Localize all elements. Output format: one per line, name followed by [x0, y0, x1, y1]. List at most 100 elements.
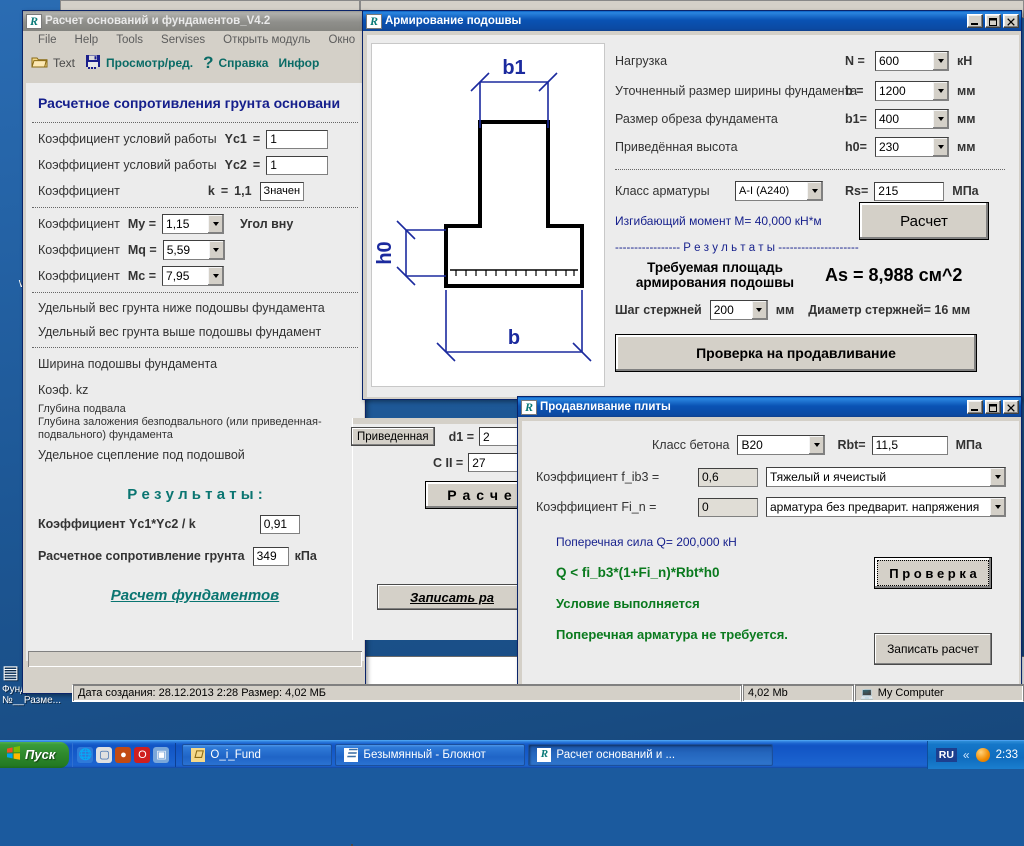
yc2-input[interactable]: 1	[266, 155, 329, 175]
punching-window[interactable]: R Продавливание плиты Класс бетона B20 R…	[517, 396, 1022, 690]
toolbar-button-view-edit[interactable]: Просмотр/ред.	[85, 54, 203, 73]
chevron-down-icon[interactable]	[989, 498, 1005, 516]
resistance-result-input[interactable]: 349	[252, 546, 289, 566]
write-calc-button[interactable]: Записать расчет	[874, 633, 992, 665]
k-combo[interactable]: Значен	[259, 181, 304, 201]
system-tray[interactable]: RU « 2:33	[926, 740, 1024, 769]
tray-expand-icon[interactable]: «	[963, 748, 970, 762]
start-button[interactable]: Пуск	[0, 741, 70, 768]
bar-step-combo[interactable]: 200	[709, 300, 768, 320]
document-icon[interactable]: ▢	[96, 746, 113, 763]
armature-window[interactable]: R Армирование подошвы b1 h0 b Нагрузка N…	[362, 10, 1022, 400]
language-indicator[interactable]: RU	[935, 747, 957, 762]
tray-app-icon[interactable]	[975, 747, 990, 762]
punching-window-titlebar[interactable]: R Продавливание плиты	[518, 397, 1021, 417]
armature-window-titlebar[interactable]: R Армирование подошвы	[363, 11, 1021, 31]
check-button[interactable]: П р о в е р к а	[874, 557, 992, 589]
fib3-combo[interactable]: Тяжелый и ячеистый	[766, 467, 1006, 487]
chevron-down-icon[interactable]	[932, 52, 948, 70]
fin-combo[interactable]: арматура без предварит. напряжения	[766, 497, 1006, 517]
opera-icon[interactable]: O	[134, 746, 151, 763]
taskbar-item-notepad[interactable]: ☰ Безымянный - Блокнот	[335, 743, 526, 766]
rbt-input[interactable]: 11,5	[871, 435, 948, 455]
height-unit: мм	[957, 140, 976, 154]
width-combo[interactable]: 1200	[875, 81, 949, 101]
window-controls[interactable]	[967, 400, 1019, 414]
maximize-icon[interactable]	[985, 400, 1001, 414]
punching-check-button[interactable]: Проверка на продавливание	[615, 334, 977, 372]
chevron-down-icon[interactable]	[750, 301, 767, 319]
concrete-class-combo[interactable]: B20	[737, 435, 826, 455]
toolbar-button-text[interactable]: Text	[31, 55, 85, 72]
text-row-foundation-depth-1: Глубина заложения безподвального (или пр…	[38, 416, 322, 428]
my-combo[interactable]: 1,15	[162, 214, 225, 234]
window-icon[interactable]: ▣	[153, 746, 170, 763]
menu-item-file[interactable]: File	[29, 33, 66, 47]
main-toolbar[interactable]: Text Просмотр/ред. ? Справка Инфор	[23, 49, 365, 77]
divider	[615, 169, 1005, 170]
minimize-icon[interactable]	[967, 400, 983, 414]
status-size: 4,02 Mb	[742, 684, 854, 702]
chevron-down-icon[interactable]	[932, 82, 948, 100]
field-symbol: Yc1	[224, 132, 247, 146]
chevron-down-icon[interactable]	[808, 436, 825, 454]
main-window-titlebar[interactable]: R Расчет оснований и фундаментов_V4.2	[23, 11, 365, 31]
chevron-down-icon[interactable]	[207, 215, 224, 233]
fin-input[interactable]: 0	[698, 497, 758, 517]
privedennaya-button[interactable]: Приведенная	[351, 427, 435, 446]
field-label: Коэффициент	[38, 243, 120, 257]
row-label: Коэф. kz	[38, 383, 89, 397]
taskbar-item-raschet[interactable]: R Расчет оснований и ...	[528, 743, 774, 766]
text-row-basement-depth: Глубина подвала	[38, 403, 126, 415]
start-label: Пуск	[25, 747, 56, 762]
chevron-down-icon[interactable]	[932, 110, 948, 128]
window-controls[interactable]	[967, 14, 1019, 28]
fib3-input[interactable]: 0,6	[698, 467, 758, 487]
mc-combo[interactable]: 7,95	[162, 266, 225, 286]
toolbar-button-info[interactable]: Инфор	[278, 56, 329, 70]
write-calc-button-hidden[interactable]: Записать ра	[377, 584, 527, 610]
rs-input[interactable]: 215	[874, 181, 945, 201]
chevron-down-icon[interactable]	[932, 138, 948, 156]
close-icon[interactable]	[1003, 14, 1019, 28]
yc1-input[interactable]: 1	[266, 129, 329, 149]
height-combo[interactable]: 230	[875, 137, 949, 157]
main-window[interactable]: R Расчет оснований и фундаментов_V4.2 Fi…	[22, 10, 366, 694]
divider	[32, 207, 358, 208]
foundation-calc-link[interactable]: Расчет фундаментов	[111, 587, 280, 604]
chevron-down-icon[interactable]	[207, 267, 224, 285]
taskbar-item-o-i-fund[interactable]: ◻ O_i_Fund	[182, 743, 333, 766]
chevron-down-icon[interactable]	[207, 241, 224, 259]
chevron-down-icon[interactable]	[989, 468, 1005, 486]
results-title: Р е з у л ь т а т ы :	[127, 486, 263, 503]
chevron-down-icon[interactable]	[806, 182, 822, 200]
ledge-symbol: b1=	[845, 112, 867, 126]
ledge-combo[interactable]: 400	[875, 109, 949, 129]
task-list[interactable]: ◻ O_i_Fund ☰ Безымянный - Блокнот R Расч…	[176, 743, 926, 766]
cii-input[interactable]: 27	[468, 453, 521, 472]
mq-combo[interactable]: 5,59	[162, 240, 225, 260]
load-combo[interactable]: 600	[875, 51, 949, 71]
angle-label: Угол вну	[240, 217, 294, 231]
quick-launch[interactable]: 🌐 ▢ ● O ▣	[72, 742, 177, 767]
taskbar[interactable]: Пуск 🌐 ▢ ● O ▣ ◻ O_i_Fund ☰ Безымянный -…	[0, 740, 1024, 769]
height-symbol: h0=	[845, 140, 867, 154]
rbt-label: Rbt=	[837, 438, 866, 452]
menu-item-open-module[interactable]: Открыть модуль	[214, 33, 319, 47]
main-menubar[interactable]: File Help Tools Servises Открыть модуль …	[23, 31, 365, 49]
clock[interactable]: 2:33	[996, 749, 1018, 761]
maximize-icon[interactable]	[985, 14, 1001, 28]
menu-item-help[interactable]: Help	[66, 33, 108, 47]
coefficient-result-input[interactable]: 0,91	[259, 514, 300, 534]
media-icon[interactable]: ●	[115, 746, 132, 763]
text-row-kz: Коэф. kz	[32, 377, 358, 403]
minimize-icon[interactable]	[967, 14, 983, 28]
menu-item-window[interactable]: Окно	[319, 33, 364, 47]
browser-icon[interactable]: 🌐	[77, 746, 94, 763]
menu-item-servises[interactable]: Servises	[152, 33, 214, 47]
rebar-class-combo[interactable]: A-I (A240)	[735, 181, 823, 201]
close-icon[interactable]	[1003, 400, 1019, 414]
menu-item-tools[interactable]: Tools	[107, 33, 152, 47]
calc-button[interactable]: Расчет	[859, 202, 989, 240]
toolbar-button-help[interactable]: ? Справка	[203, 54, 278, 71]
